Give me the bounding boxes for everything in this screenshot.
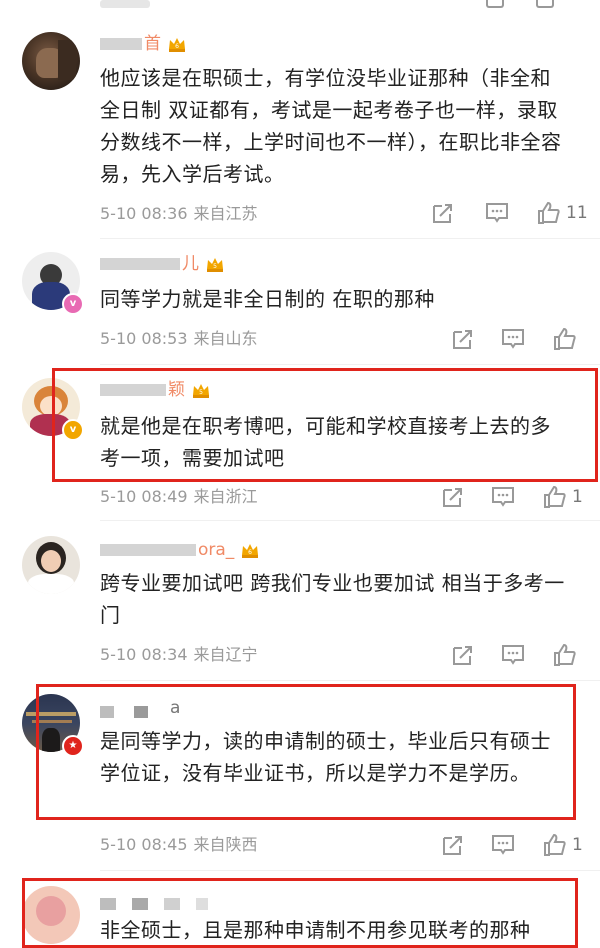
comment-meta: 5-10 08:34 来自辽宁 [100,643,258,667]
comment-source: 来自山东 [193,329,258,348]
share-icon[interactable] [450,642,476,668]
comment-icon[interactable] [484,200,510,226]
svg-text:6: 6 [248,549,252,556]
comment-icon[interactable] [536,0,554,8]
like-icon[interactable] [552,326,578,352]
like-count: 1 [572,835,583,855]
crown-level-icon: 6 [167,35,187,53]
like-count: 1 [572,487,583,507]
user-name[interactable]: 首6 [100,32,187,56]
divider [100,870,600,871]
share-icon[interactable] [486,0,504,8]
comment-meta: 5-10 08:49 来自浙江 [100,485,258,509]
comment-meta: 5-10 08:45 来自陕西 [100,833,258,857]
comment-icon[interactable] [490,484,516,510]
comment-source: 来自辽宁 [193,645,258,664]
comment-meta: 5-10 08:36 来自江苏 [100,202,258,226]
highlight-box [36,684,576,820]
comment-icon[interactable] [500,326,526,352]
comment-time: 5-10 08:53 [100,329,188,348]
divider [100,520,600,521]
blurred-text [100,0,150,8]
comment-meta: 5-10 08:53 来自山东 [100,327,258,351]
masked-name [100,544,196,556]
comment-source: 来自浙江 [193,487,258,506]
masked-name [100,258,180,270]
svg-text:5: 5 [213,263,217,270]
comment-time: 5-10 08:49 [100,487,188,506]
top-partial-bar [0,0,600,16]
verified-badge-icon: v [62,293,84,315]
avatar[interactable] [22,536,80,594]
user-name[interactable]: ora_ 6 [100,538,260,562]
divider [100,238,600,239]
like-icon[interactable] [536,200,562,226]
share-icon[interactable] [440,832,466,858]
like-icon[interactable] [552,642,578,668]
avatar[interactable] [22,32,80,90]
comment-time: 5-10 08:45 [100,835,188,854]
divider [100,364,600,365]
comment-time: 5-10 08:34 [100,645,188,664]
highlight-box [52,368,598,482]
comment-source: 来自江苏 [193,204,258,223]
divider [100,680,600,681]
user-name[interactable]: 儿5 [100,252,225,276]
comment-time: 5-10 08:36 [100,204,188,223]
svg-text:6: 6 [175,43,179,50]
like-count: 11 [566,203,588,223]
like-icon[interactable] [542,484,568,510]
share-icon[interactable] [450,326,476,352]
crown-level-icon: 5 [205,255,225,273]
comment-text: 跨专业要加试吧 跨我们专业也要加试 相当于多考一门 [100,571,565,627]
like-icon[interactable] [542,832,568,858]
crown-level-icon: 6 [240,541,260,559]
masked-name [100,38,142,50]
comment-source: 来自陕西 [193,835,258,854]
comment-icon[interactable] [500,642,526,668]
share-icon[interactable] [440,484,466,510]
comment-text: 他应该是在职硕士，有学位没毕业证那种（非全和全日制 双证都有，考试是一起考卷子也… [100,66,562,186]
comment-icon[interactable] [490,832,516,858]
highlight-box [22,878,578,948]
share-icon[interactable] [430,200,456,226]
comment-text: 同等学力就是非全日制的 在职的那种 [100,287,435,311]
